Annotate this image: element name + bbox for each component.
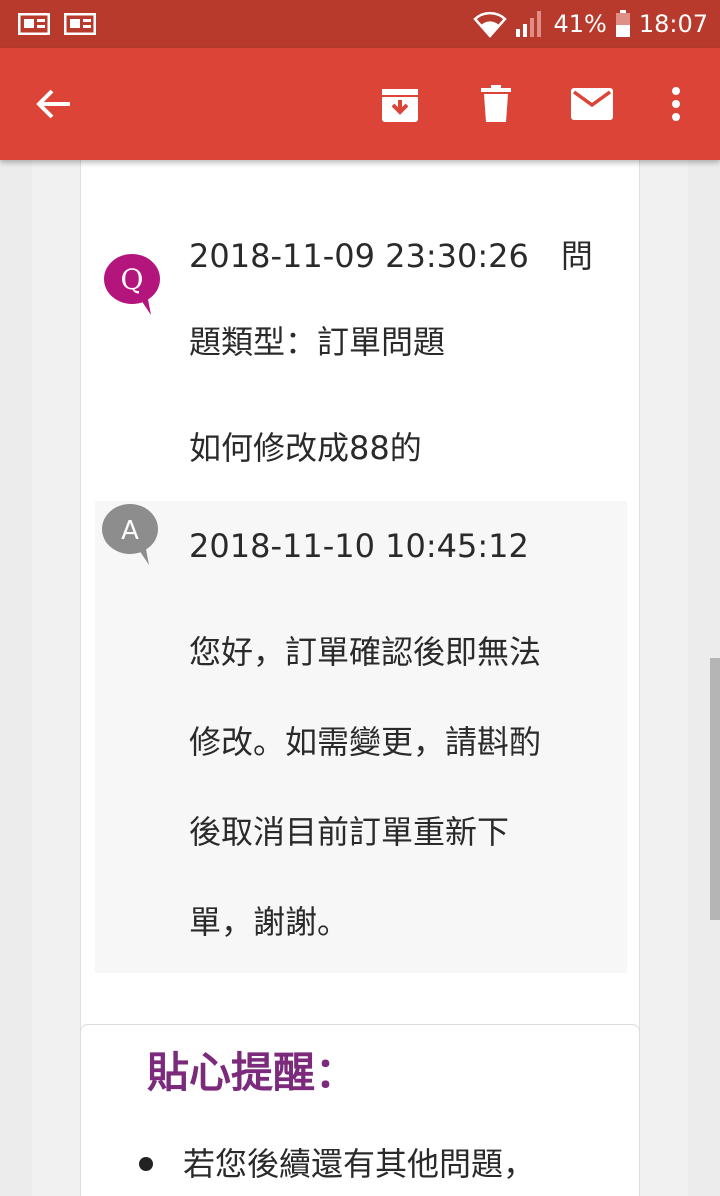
answer-line: 後取消目前訂單重新下: [189, 813, 510, 851]
answer-avatar-letter: A: [121, 516, 139, 546]
qa-card: Q 2018-11-09 23:30:26 問 題類型：訂單問題 如何修改成88…: [80, 160, 640, 1160]
tips-title: 貼心提醒：: [147, 1048, 358, 1097]
question-timestamp: 2018-11-09 23:30:26 問: [189, 237, 593, 275]
cell-signal-icon: [515, 9, 545, 39]
answer-avatar: A: [101, 501, 161, 567]
archive-icon: [381, 85, 419, 123]
app-bar: [0, 48, 720, 160]
question-type: 題類型：訂單問題: [189, 323, 446, 361]
email-content[interactable]: Q 2018-11-09 23:30:26 問 題類型：訂單問題 如何修改成88…: [0, 160, 720, 1196]
answer-line: 您好，訂單確認後即無法: [189, 633, 542, 671]
scrollbar[interactable]: [710, 658, 720, 920]
back-button[interactable]: [26, 76, 82, 132]
delete-icon: [481, 85, 511, 123]
question-avatar: Q: [103, 251, 163, 317]
bullet-icon: [139, 1157, 153, 1171]
answer-line: 修改。如需變更，請斟酌: [189, 723, 542, 761]
mark-unread-button[interactable]: [564, 76, 620, 132]
mail-icon: [571, 88, 613, 120]
question-avatar-letter: Q: [121, 263, 144, 296]
back-arrow-icon: [36, 88, 72, 120]
tip-item: 若您後續還有其他問題，: [183, 1145, 536, 1183]
tips-card: 貼心提醒： 若您後續還有其他問題，: [80, 1024, 640, 1196]
delete-button[interactable]: [468, 76, 524, 132]
battery-percent: 41%: [553, 10, 607, 38]
question-body: 如何修改成88的: [189, 429, 422, 467]
news-notification-icon: [17, 12, 51, 36]
answer-line: 單，謝謝。: [189, 903, 350, 941]
news-notification-icon: [63, 12, 97, 36]
answer-timestamp: 2018-11-10 10:45:12: [189, 527, 529, 565]
clock: 18:07: [638, 10, 708, 38]
status-bar: 41% 18:07: [0, 0, 720, 48]
wifi-icon: [473, 10, 508, 38]
more-vert-icon: [671, 87, 681, 121]
battery-icon: [615, 10, 631, 38]
more-options-button[interactable]: [648, 76, 704, 132]
archive-button[interactable]: [372, 76, 428, 132]
